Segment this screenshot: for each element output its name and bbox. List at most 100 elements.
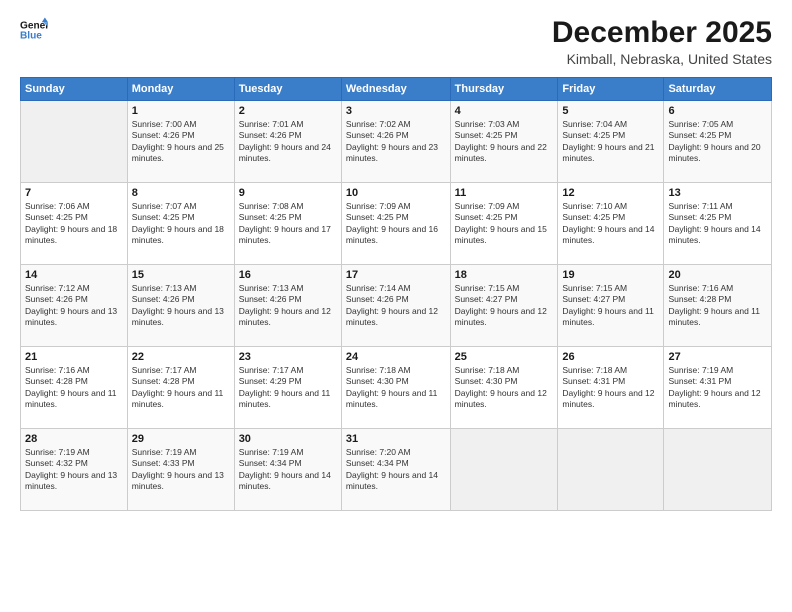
day-number: 1 xyxy=(132,105,230,117)
table-row: 7 Sunrise: 7:06 AM Sunset: 4:25 PM Daylig… xyxy=(21,183,128,265)
day-info: Sunrise: 7:17 AM Sunset: 4:29 PM Dayligh… xyxy=(239,365,337,411)
day-info: Sunrise: 7:18 AM Sunset: 4:30 PM Dayligh… xyxy=(455,365,554,411)
day-number: 14 xyxy=(25,269,123,281)
table-row xyxy=(664,429,772,511)
table-row: 27 Sunrise: 7:19 AM Sunset: 4:31 PM Dayli… xyxy=(664,347,772,429)
day-number: 16 xyxy=(239,269,337,281)
logo: General Blue xyxy=(20,16,48,44)
day-info: Sunrise: 7:16 AM Sunset: 4:28 PM Dayligh… xyxy=(668,283,767,329)
day-number: 27 xyxy=(668,351,767,363)
day-number: 20 xyxy=(668,269,767,281)
day-number: 4 xyxy=(455,105,554,117)
table-row xyxy=(450,429,558,511)
col-sunday: Sunday xyxy=(21,78,128,101)
table-row: 5 Sunrise: 7:04 AM Sunset: 4:25 PM Daylig… xyxy=(558,101,664,183)
day-info: Sunrise: 7:04 AM Sunset: 4:25 PM Dayligh… xyxy=(562,119,659,165)
day-info: Sunrise: 7:15 AM Sunset: 4:27 PM Dayligh… xyxy=(562,283,659,329)
day-number: 24 xyxy=(346,351,446,363)
subtitle: Kimball, Nebraska, United States xyxy=(552,51,772,67)
day-number: 30 xyxy=(239,433,337,445)
table-row: 10 Sunrise: 7:09 AM Sunset: 4:25 PM Dayli… xyxy=(341,183,450,265)
day-number: 12 xyxy=(562,187,659,199)
day-number: 26 xyxy=(562,351,659,363)
day-info: Sunrise: 7:13 AM Sunset: 4:26 PM Dayligh… xyxy=(239,283,337,329)
day-info: Sunrise: 7:08 AM Sunset: 4:25 PM Dayligh… xyxy=(239,201,337,247)
table-row: 13 Sunrise: 7:11 AM Sunset: 4:25 PM Dayli… xyxy=(664,183,772,265)
day-info: Sunrise: 7:19 AM Sunset: 4:32 PM Dayligh… xyxy=(25,447,123,493)
day-info: Sunrise: 7:19 AM Sunset: 4:31 PM Dayligh… xyxy=(668,365,767,411)
day-number: 13 xyxy=(668,187,767,199)
day-info: Sunrise: 7:03 AM Sunset: 4:25 PM Dayligh… xyxy=(455,119,554,165)
day-info: Sunrise: 7:18 AM Sunset: 4:31 PM Dayligh… xyxy=(562,365,659,411)
day-info: Sunrise: 7:02 AM Sunset: 4:26 PM Dayligh… xyxy=(346,119,446,165)
day-number: 8 xyxy=(132,187,230,199)
table-row: 31 Sunrise: 7:20 AM Sunset: 4:34 PM Dayli… xyxy=(341,429,450,511)
day-info: Sunrise: 7:16 AM Sunset: 4:28 PM Dayligh… xyxy=(25,365,123,411)
header: General Blue December 2025 Kimball, Nebr… xyxy=(20,16,772,67)
day-info: Sunrise: 7:19 AM Sunset: 4:34 PM Dayligh… xyxy=(239,447,337,493)
table-row: 8 Sunrise: 7:07 AM Sunset: 4:25 PM Daylig… xyxy=(127,183,234,265)
day-number: 5 xyxy=(562,105,659,117)
day-info: Sunrise: 7:17 AM Sunset: 4:28 PM Dayligh… xyxy=(132,365,230,411)
table-row: 26 Sunrise: 7:18 AM Sunset: 4:31 PM Dayli… xyxy=(558,347,664,429)
col-friday: Friday xyxy=(558,78,664,101)
page: General Blue December 2025 Kimball, Nebr… xyxy=(0,0,792,612)
table-row: 21Sunrise: 7:16 AM Sunset: 4:28 PM Dayli… xyxy=(21,347,128,429)
table-row: 1 Sunrise: 7:00 AM Sunset: 4:26 PM Daylig… xyxy=(127,101,234,183)
day-number: 18 xyxy=(455,269,554,281)
table-row: 12 Sunrise: 7:10 AM Sunset: 4:25 PM Dayli… xyxy=(558,183,664,265)
table-row: 16 Sunrise: 7:13 AM Sunset: 4:26 PM Dayli… xyxy=(234,265,341,347)
day-info: Sunrise: 7:06 AM Sunset: 4:25 PM Dayligh… xyxy=(25,201,123,247)
day-info: Sunrise: 7:20 AM Sunset: 4:34 PM Dayligh… xyxy=(346,447,446,493)
day-number: 28 xyxy=(25,433,123,445)
day-number: 19 xyxy=(562,269,659,281)
table-row: 30 Sunrise: 7:19 AM Sunset: 4:34 PM Dayli… xyxy=(234,429,341,511)
day-info: Sunrise: 7:09 AM Sunset: 4:25 PM Dayligh… xyxy=(455,201,554,247)
day-info: Sunrise: 7:14 AM Sunset: 4:26 PM Dayligh… xyxy=(346,283,446,329)
day-number: 31 xyxy=(346,433,446,445)
day-number: 9 xyxy=(239,187,337,199)
table-row: 15 Sunrise: 7:13 AM Sunset: 4:26 PM Dayli… xyxy=(127,265,234,347)
day-info: Sunrise: 7:09 AM Sunset: 4:25 PM Dayligh… xyxy=(346,201,446,247)
day-number: 11 xyxy=(455,187,554,199)
day-number: 29 xyxy=(132,433,230,445)
table-row: 25 Sunrise: 7:18 AM Sunset: 4:30 PM Dayli… xyxy=(450,347,558,429)
table-row xyxy=(558,429,664,511)
table-row: 6 Sunrise: 7:05 AM Sunset: 4:25 PM Daylig… xyxy=(664,101,772,183)
table-row: 17 Sunrise: 7:14 AM Sunset: 4:26 PM Dayli… xyxy=(341,265,450,347)
col-saturday: Saturday xyxy=(664,78,772,101)
table-row: 18Sunrise: 7:15 AM Sunset: 4:27 PM Dayli… xyxy=(450,265,558,347)
table-row: 9 Sunrise: 7:08 AM Sunset: 4:25 PM Daylig… xyxy=(234,183,341,265)
day-info: Sunrise: 7:11 AM Sunset: 4:25 PM Dayligh… xyxy=(668,201,767,247)
day-number: 25 xyxy=(455,351,554,363)
table-row: 14Sunrise: 7:12 AM Sunset: 4:26 PM Dayli… xyxy=(21,265,128,347)
day-number: 10 xyxy=(346,187,446,199)
col-tuesday: Tuesday xyxy=(234,78,341,101)
svg-text:Blue: Blue xyxy=(20,31,42,42)
table-row: 29Sunrise: 7:19 AM Sunset: 4:33 PM Dayli… xyxy=(127,429,234,511)
table-row: 23 Sunrise: 7:17 AM Sunset: 4:29 PM Dayli… xyxy=(234,347,341,429)
table-row: 11 Sunrise: 7:09 AM Sunset: 4:25 PM Dayli… xyxy=(450,183,558,265)
table-row: 2 Sunrise: 7:01 AM Sunset: 4:26 PM Daylig… xyxy=(234,101,341,183)
calendar: Sunday Monday Tuesday Wednesday Thursday… xyxy=(20,77,772,511)
day-info: Sunrise: 7:13 AM Sunset: 4:26 PM Dayligh… xyxy=(132,283,230,329)
day-number: 3 xyxy=(346,105,446,117)
day-info: Sunrise: 7:05 AM Sunset: 4:25 PM Dayligh… xyxy=(668,119,767,165)
day-number: 17 xyxy=(346,269,446,281)
table-row: 28 Sunrise: 7:19 AM Sunset: 4:32 PM Dayli… xyxy=(21,429,128,511)
main-title: December 2025 xyxy=(552,16,772,49)
table-row xyxy=(21,101,128,183)
day-info: Sunrise: 7:10 AM Sunset: 4:25 PM Dayligh… xyxy=(562,201,659,247)
day-number: 23 xyxy=(239,351,337,363)
day-info: Sunrise: 7:07 AM Sunset: 4:25 PM Dayligh… xyxy=(132,201,230,247)
day-number: 15 xyxy=(132,269,230,281)
day-number: 7 xyxy=(25,187,123,199)
day-number: 2 xyxy=(239,105,337,117)
col-monday: Monday xyxy=(127,78,234,101)
col-thursday: Thursday xyxy=(450,78,558,101)
day-info: Sunrise: 7:01 AM Sunset: 4:26 PM Dayligh… xyxy=(239,119,337,165)
day-info: Sunrise: 7:00 AM Sunset: 4:26 PM Dayligh… xyxy=(132,119,230,165)
logo-icon: General Blue xyxy=(20,16,48,44)
table-row: 19 Sunrise: 7:15 AM Sunset: 4:27 PM Dayli… xyxy=(558,265,664,347)
day-number: 6 xyxy=(668,105,767,117)
